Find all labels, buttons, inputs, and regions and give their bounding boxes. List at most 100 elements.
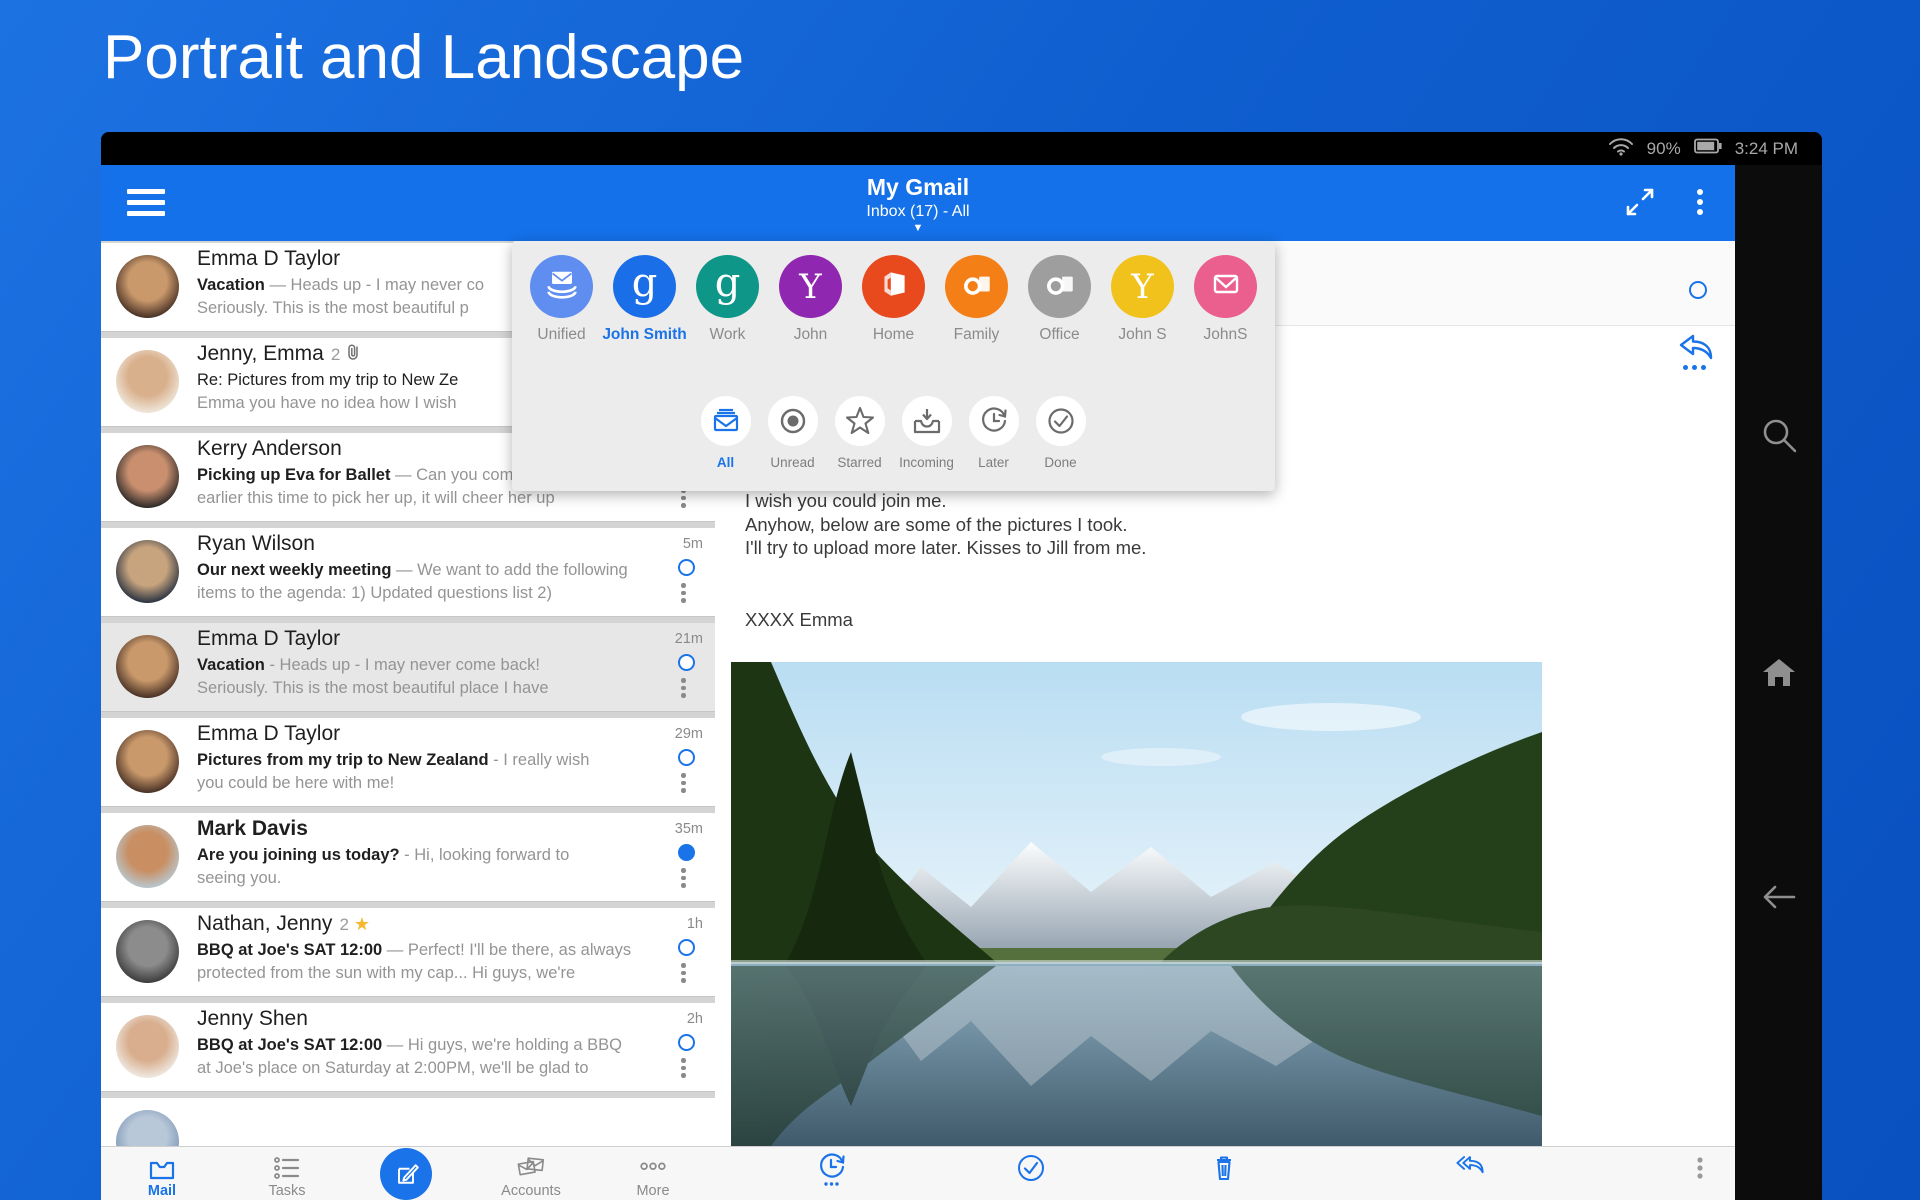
read-state-icon[interactable]	[678, 939, 695, 956]
reply-options-dots-icon[interactable]	[1683, 365, 1706, 370]
toolbar-snooze-button[interactable]	[787, 1147, 877, 1200]
sender-name: Ryan Wilson	[197, 532, 315, 556]
sender-name: Kerry Anderson	[197, 437, 342, 461]
outlook-icon	[1043, 267, 1077, 306]
filter-label: Unread	[770, 455, 814, 470]
toolbar-compose-button[interactable]	[361, 1147, 451, 1200]
filter-item-unread[interactable]: Unread	[759, 396, 826, 470]
account-row: UnifiedgJohn SmithgWorkYJohnHome Family Of…	[520, 255, 1267, 344]
mail-list-row[interactable]: Nathan, Jenny2★ BBQ at Joe's SAT 12:00 — …	[101, 908, 715, 997]
preview-line-2: Seriously. This is the most beautiful pl…	[197, 679, 671, 698]
account-title[interactable]: My Gmail	[101, 174, 1735, 201]
read-state-icon[interactable]	[678, 559, 695, 576]
account-label: Office	[1039, 326, 1079, 344]
row-overflow-dots-icon[interactable]	[681, 773, 686, 793]
toolbar-reply-all-button[interactable]	[1425, 1147, 1515, 1200]
tablet-frame: 90% 3:24 PM My Gmail Inbox (17) - A	[101, 132, 1822, 1200]
account-item-john[interactable]: YJohn	[769, 255, 852, 344]
filter-item-done[interactable]: Done	[1027, 396, 1094, 470]
sender-name: Emma D Taylor	[197, 627, 340, 651]
more-icon	[637, 1152, 669, 1184]
row-overflow-dots-icon[interactable]	[681, 583, 686, 603]
overflow-menu-icon[interactable]	[1683, 185, 1717, 219]
accounts-icon	[515, 1152, 547, 1184]
mark-done-icon	[1015, 1152, 1047, 1184]
account-item-unified[interactable]: Unified	[520, 255, 603, 344]
mail-list-row[interactable]	[101, 1098, 715, 1148]
account-label: Family	[954, 326, 1000, 344]
yahoo-glyph-icon: Y	[799, 267, 821, 307]
unread-toggle-icon[interactable]	[1689, 281, 1707, 299]
account-item-work[interactable]: gWork	[686, 255, 769, 344]
account-item-john-s[interactable]: Y John S	[1101, 255, 1184, 344]
unified-icon	[542, 264, 582, 309]
row-overflow-dots-icon[interactable]	[681, 678, 686, 698]
account-switcher-panel: UnifiedgJohn SmithgWorkYJohnHome Family Of…	[512, 241, 1275, 491]
snooze-icon	[816, 1152, 848, 1184]
toolbar-overflow-button[interactable]	[1655, 1147, 1745, 1200]
account-item-family[interactable]: Family	[935, 255, 1018, 344]
filter-item-later[interactable]: Later	[960, 396, 1027, 470]
account-item-johns[interactable]: JohnS	[1184, 255, 1267, 344]
toolbar-accounts-tab[interactable]: Accounts	[486, 1147, 576, 1200]
filter-item-starred[interactable]: Starred	[826, 396, 893, 470]
subject-preview-line: BBQ at Joe's SAT 12:00 — Perfect! I'll b…	[197, 941, 671, 960]
battery-percent: 90%	[1647, 139, 1681, 159]
yahoo-glyph-icon: Y	[1131, 267, 1153, 307]
mail-list-row[interactable]: Jenny ShenBBQ at Joe's SAT 12:00 — Hi gu…	[101, 1003, 715, 1092]
read-state-icon[interactable]	[678, 1034, 695, 1051]
toolbar-mail-tab[interactable]: Mail	[117, 1147, 207, 1200]
later-filter-icon	[969, 396, 1019, 446]
folder-subtitle[interactable]: Inbox (17) - All	[101, 203, 1735, 221]
overflow-icon	[1684, 1152, 1716, 1184]
preview-line-2: items to the agenda: 1) Updated question…	[197, 584, 671, 603]
back-icon[interactable]	[1759, 877, 1799, 917]
filter-label: Incoming	[899, 455, 954, 470]
navigation-rail	[1735, 165, 1822, 1200]
outlook-icon	[960, 267, 994, 306]
compose-button[interactable]	[380, 1148, 432, 1200]
filter-item-all[interactable]: All	[692, 396, 759, 470]
search-icon[interactable]	[1759, 415, 1799, 455]
toolbar-mark-done-button[interactable]	[986, 1147, 1076, 1200]
row-overflow-dots-icon[interactable]	[681, 963, 686, 983]
sender-name: Nathan, Jenny2★	[197, 912, 370, 936]
read-state-icon[interactable]	[678, 844, 695, 861]
wifi-icon	[1608, 136, 1634, 161]
thread-count: 2	[331, 345, 340, 364]
toolbar-trash-button[interactable]	[1179, 1147, 1269, 1200]
subject-preview-line: Pictures from my trip to New Zealand - I…	[197, 751, 671, 770]
email-photo[interactable]	[731, 662, 1542, 1146]
expand-icon[interactable]	[1623, 185, 1657, 219]
incoming-filter-icon	[902, 396, 952, 446]
account-item-home[interactable]: Home	[852, 255, 935, 344]
toolbar-more-tab[interactable]: More	[608, 1147, 698, 1200]
reply-icon[interactable]	[1677, 333, 1715, 363]
account-label: John S	[1118, 326, 1166, 344]
sender-avatar	[116, 540, 179, 603]
read-state-icon[interactable]	[678, 749, 695, 766]
account-label: JohnS	[1204, 326, 1248, 344]
mail-list-row[interactable]: Emma D TaylorVacation - Heads up - I may…	[101, 623, 715, 712]
filter-item-incoming[interactable]: Incoming	[893, 396, 960, 470]
battery-icon	[1694, 138, 1722, 159]
toolbar-label: Mail	[148, 1183, 176, 1199]
account-item-john-smith[interactable]: gJohn Smith	[603, 255, 686, 344]
message-time: 2h	[687, 1011, 703, 1027]
mail-list-row[interactable]: Ryan WilsonOur next weekly meeting — We …	[101, 528, 715, 617]
row-overflow-dots-icon[interactable]	[681, 868, 686, 888]
account-avatar: g	[696, 255, 759, 318]
mail-list-row[interactable]: Mark DavisAre you joining us today? - Hi…	[101, 813, 715, 902]
home-icon[interactable]	[1759, 653, 1799, 693]
row-overflow-dots-icon[interactable]	[681, 1058, 686, 1078]
folder-caret-icon[interactable]: ▼	[101, 222, 1735, 234]
account-avatar	[530, 255, 593, 318]
done-filter-icon	[1036, 396, 1086, 446]
message-time: 29m	[675, 726, 703, 742]
preview-line-2: at Joe's place on Saturday at 2:00PM, we…	[197, 1059, 671, 1078]
toolbar-tasks-tab[interactable]: Tasks	[242, 1147, 332, 1200]
read-state-icon[interactable]	[678, 654, 695, 671]
star-filter-icon	[835, 396, 885, 446]
mail-list-row[interactable]: Emma D TaylorPictures from my trip to Ne…	[101, 718, 715, 807]
account-item-office[interactable]: Office	[1018, 255, 1101, 344]
